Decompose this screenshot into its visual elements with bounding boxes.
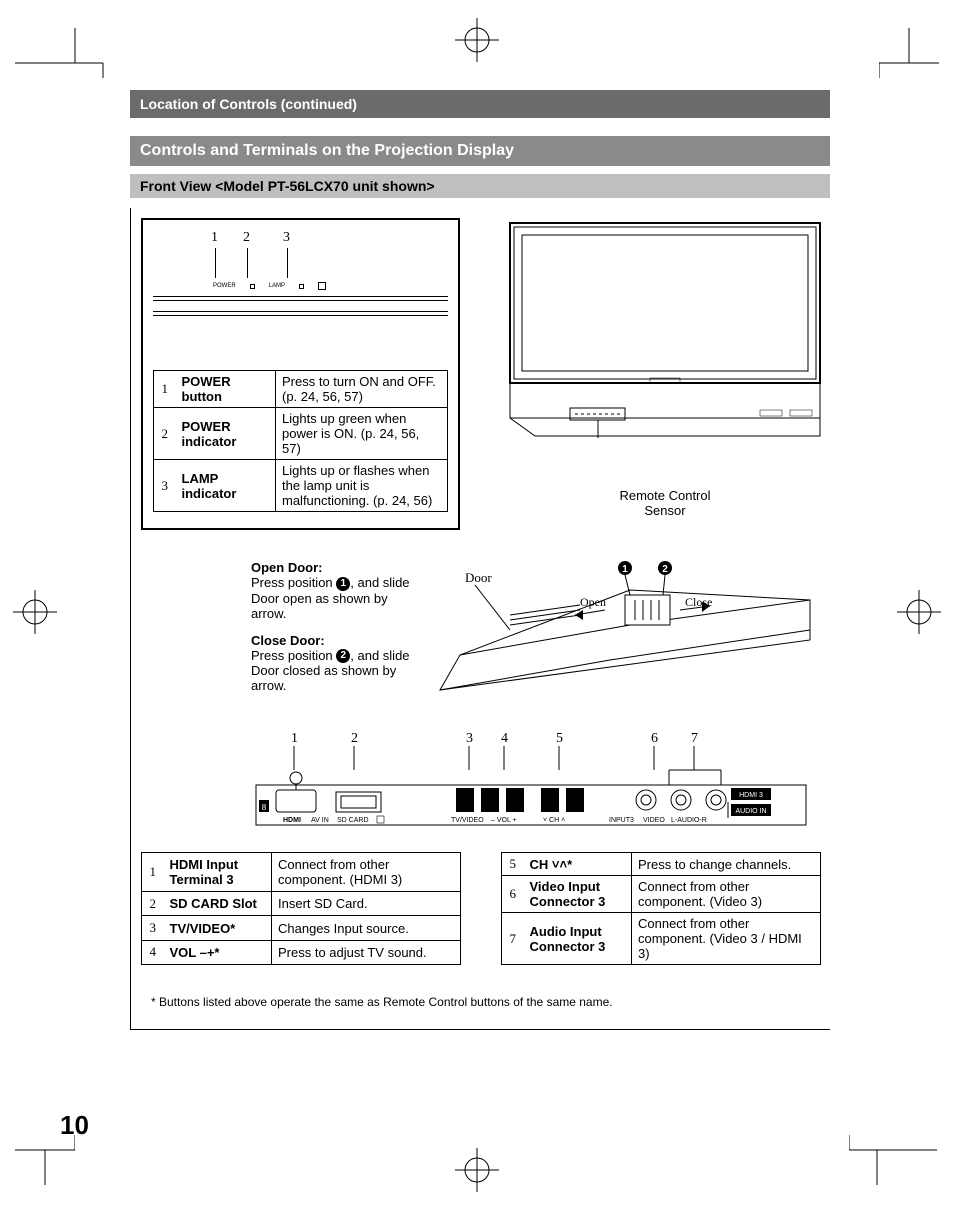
table-row: 4 VOL –+* Press to adjust TV sound. [142, 940, 461, 964]
svg-text:– VOL +: – VOL + [491, 817, 517, 824]
svg-text:2: 2 [351, 731, 358, 746]
svg-text:TV/VIDEO: TV/VIDEO [451, 817, 484, 824]
front-panel-diagram: 1 2 3 POWER LAMP [141, 218, 460, 530]
svg-text:5: 5 [556, 731, 563, 746]
reg-target-top [447, 10, 507, 70]
svg-text:˅ CH ˄: ˅ CH ˄ [543, 817, 565, 824]
table-row: 1 POWER button Press to turn ON and OFF.… [154, 371, 448, 408]
callout-3: 3 [283, 230, 290, 246]
door-illustration: 1 2 Door Open Close [430, 560, 830, 710]
svg-text:HDMI: HDMI [283, 817, 301, 824]
label-lamp: LAMP [269, 283, 285, 289]
svg-text:HDMI 3: HDMI 3 [739, 792, 763, 799]
svg-text:AV IN: AV IN [311, 817, 329, 824]
crop-mark-tr [879, 28, 939, 78]
svg-text:VIDEO: VIDEO [643, 817, 665, 824]
table-row: 2 POWER indicator Lights up green when p… [154, 408, 448, 460]
section-bar: Controls and Terminals on the Projection… [130, 136, 830, 166]
label-power: POWER [213, 283, 236, 289]
content-frame: 1 2 3 POWER LAMP [130, 208, 830, 1030]
svg-text:2: 2 [662, 564, 668, 575]
reg-target-bottom [447, 1140, 507, 1200]
power-indicator-icon [250, 284, 255, 289]
table-row: 3 TV/VIDEO* Changes Input source. [142, 916, 461, 940]
reg-target-right [889, 582, 949, 642]
header-bar: Location of Controls (continued) [130, 90, 830, 118]
page-number: 10 [60, 1110, 89, 1141]
sensor-label: Remote Control Sensor [500, 488, 830, 518]
svg-text:6: 6 [651, 731, 658, 746]
left-index-table: 1 HDMI Input Terminal 3 Connect from oth… [141, 852, 461, 965]
svg-text:AUDIO IN: AUDIO IN [735, 808, 766, 815]
table-row: 7 Audio Input Connector 3 Connect from o… [502, 913, 821, 965]
footnote: * Buttons listed above operate the same … [151, 995, 830, 1009]
door-instructions: Open Door: Press position 1, and slide D… [251, 560, 420, 693]
crop-mark-bl [15, 1135, 75, 1185]
reg-target-left [5, 582, 65, 642]
crop-mark-br [849, 1135, 939, 1185]
circled-1-icon: 1 [336, 577, 350, 591]
table-row: 1 HDMI Input Terminal 3 Connect from oth… [142, 853, 461, 892]
svg-text:Close: Close [685, 595, 712, 609]
lamp-indicator-icon [299, 284, 304, 289]
svg-text:4: 4 [501, 731, 508, 746]
sub-bar: Front View <Model PT-56LCX70 unit shown> [130, 174, 830, 198]
svg-text:Open: Open [580, 595, 606, 609]
svg-text:3: 3 [466, 731, 473, 746]
circled-2-icon: 2 [336, 649, 350, 663]
svg-text:7: 7 [691, 731, 698, 746]
svg-text:L-AUDIO-R: L-AUDIO-R [671, 817, 707, 824]
table-row: 3 LAMP indicator Lights up or flashes wh… [154, 460, 448, 512]
callout-2: 2 [243, 230, 250, 246]
svg-text:8: 8 [262, 803, 267, 812]
table-row: 6 Video Input Connector 3 Connect from o… [502, 876, 821, 913]
table-row: 2 SD CARD Slot Insert SD Card. [142, 892, 461, 916]
top-index-table: 1 POWER button Press to turn ON and OFF.… [153, 370, 448, 512]
callout-1: 1 [211, 230, 218, 246]
right-index-table: 5 CH ˅˄* Press to change channels. 6 Vid… [501, 852, 821, 965]
tv-illustration: Remote Control Sensor [500, 218, 830, 518]
door-word: Door [465, 570, 492, 585]
svg-text:1: 1 [291, 731, 298, 746]
svg-text:SD CARD: SD CARD [337, 817, 369, 824]
svg-text:1: 1 [622, 564, 628, 575]
connector-panel-diagram: 1 2 3 4 5 6 7 [251, 730, 811, 840]
svg-text:INPUT3: INPUT3 [609, 817, 634, 824]
crop-mark-tl [15, 28, 105, 78]
sensor-window-icon [318, 282, 326, 290]
table-row: 5 CH ˅˄* Press to change channels. [502, 853, 821, 876]
